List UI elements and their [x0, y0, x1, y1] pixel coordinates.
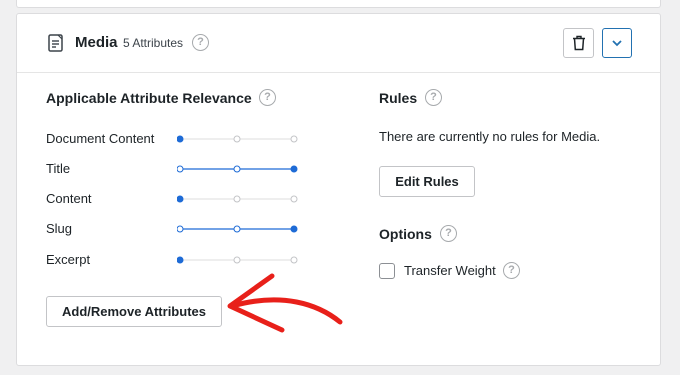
- chevron-down-icon: [612, 40, 622, 47]
- attribute-label: Excerpt: [46, 252, 91, 267]
- expand-toggle-button[interactable]: [602, 28, 632, 58]
- help-icon[interactable]: ?: [440, 225, 457, 242]
- add-remove-attributes-button[interactable]: Add/Remove Attributes: [46, 296, 222, 327]
- help-icon[interactable]: ?: [503, 262, 520, 279]
- options-title: Options: [379, 226, 432, 242]
- help-icon[interactable]: ?: [425, 89, 442, 106]
- transfer-weight-checkbox[interactable]: [379, 263, 395, 279]
- attribute-count: 5 Attributes: [123, 36, 184, 50]
- panel-header: Media 5 Attributes ?: [17, 14, 660, 73]
- relevance-title: Applicable Attribute Relevance: [46, 90, 252, 106]
- rules-empty-text: There are currently no rules for Media.: [379, 129, 601, 144]
- panel-title: Media: [75, 34, 118, 51]
- help-icon[interactable]: ?: [259, 89, 276, 106]
- attribute-label: Document Content: [46, 131, 155, 146]
- previous-card-edge: [16, 0, 661, 8]
- relevance-slider[interactable]: [177, 255, 299, 265]
- delete-button[interactable]: [563, 28, 594, 58]
- transfer-weight-label: Transfer Weight: [404, 263, 496, 278]
- trash-icon: [573, 35, 585, 51]
- relevance-slider[interactable]: [177, 194, 299, 204]
- attribute-label: Title: [46, 161, 71, 176]
- attribute-label: Content: [46, 191, 92, 206]
- relevance-slider[interactable]: [177, 224, 299, 234]
- annotation-arrow-icon: [227, 273, 343, 333]
- edit-rules-button[interactable]: Edit Rules: [379, 166, 475, 197]
- help-icon[interactable]: ?: [192, 34, 209, 51]
- document-list-icon: [48, 34, 64, 52]
- relevance-slider[interactable]: [177, 134, 299, 144]
- rules-title: Rules: [379, 90, 418, 106]
- attribute-label: Slug: [46, 221, 73, 236]
- relevance-slider[interactable]: [177, 164, 299, 174]
